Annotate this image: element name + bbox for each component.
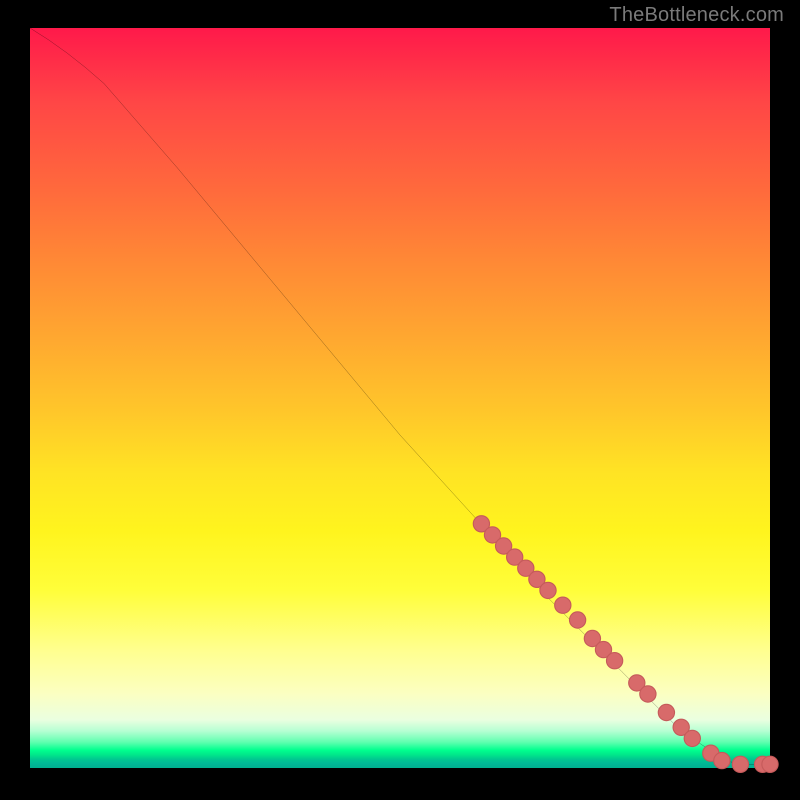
- data-marker: [732, 756, 748, 772]
- data-marker: [640, 686, 656, 702]
- data-marker: [762, 756, 778, 772]
- data-marker: [658, 704, 674, 720]
- chart-svg: [30, 28, 770, 768]
- data-marker: [606, 653, 622, 669]
- chart-container: TheBottleneck.com: [0, 0, 800, 800]
- plot-area: [30, 28, 770, 768]
- data-marker: [569, 612, 585, 628]
- data-marker: [540, 582, 556, 598]
- data-markers: [473, 516, 778, 773]
- data-marker: [714, 752, 730, 768]
- data-marker: [555, 597, 571, 613]
- line-series: [30, 28, 770, 764]
- data-marker: [684, 730, 700, 746]
- watermark-label: TheBottleneck.com: [609, 4, 784, 27]
